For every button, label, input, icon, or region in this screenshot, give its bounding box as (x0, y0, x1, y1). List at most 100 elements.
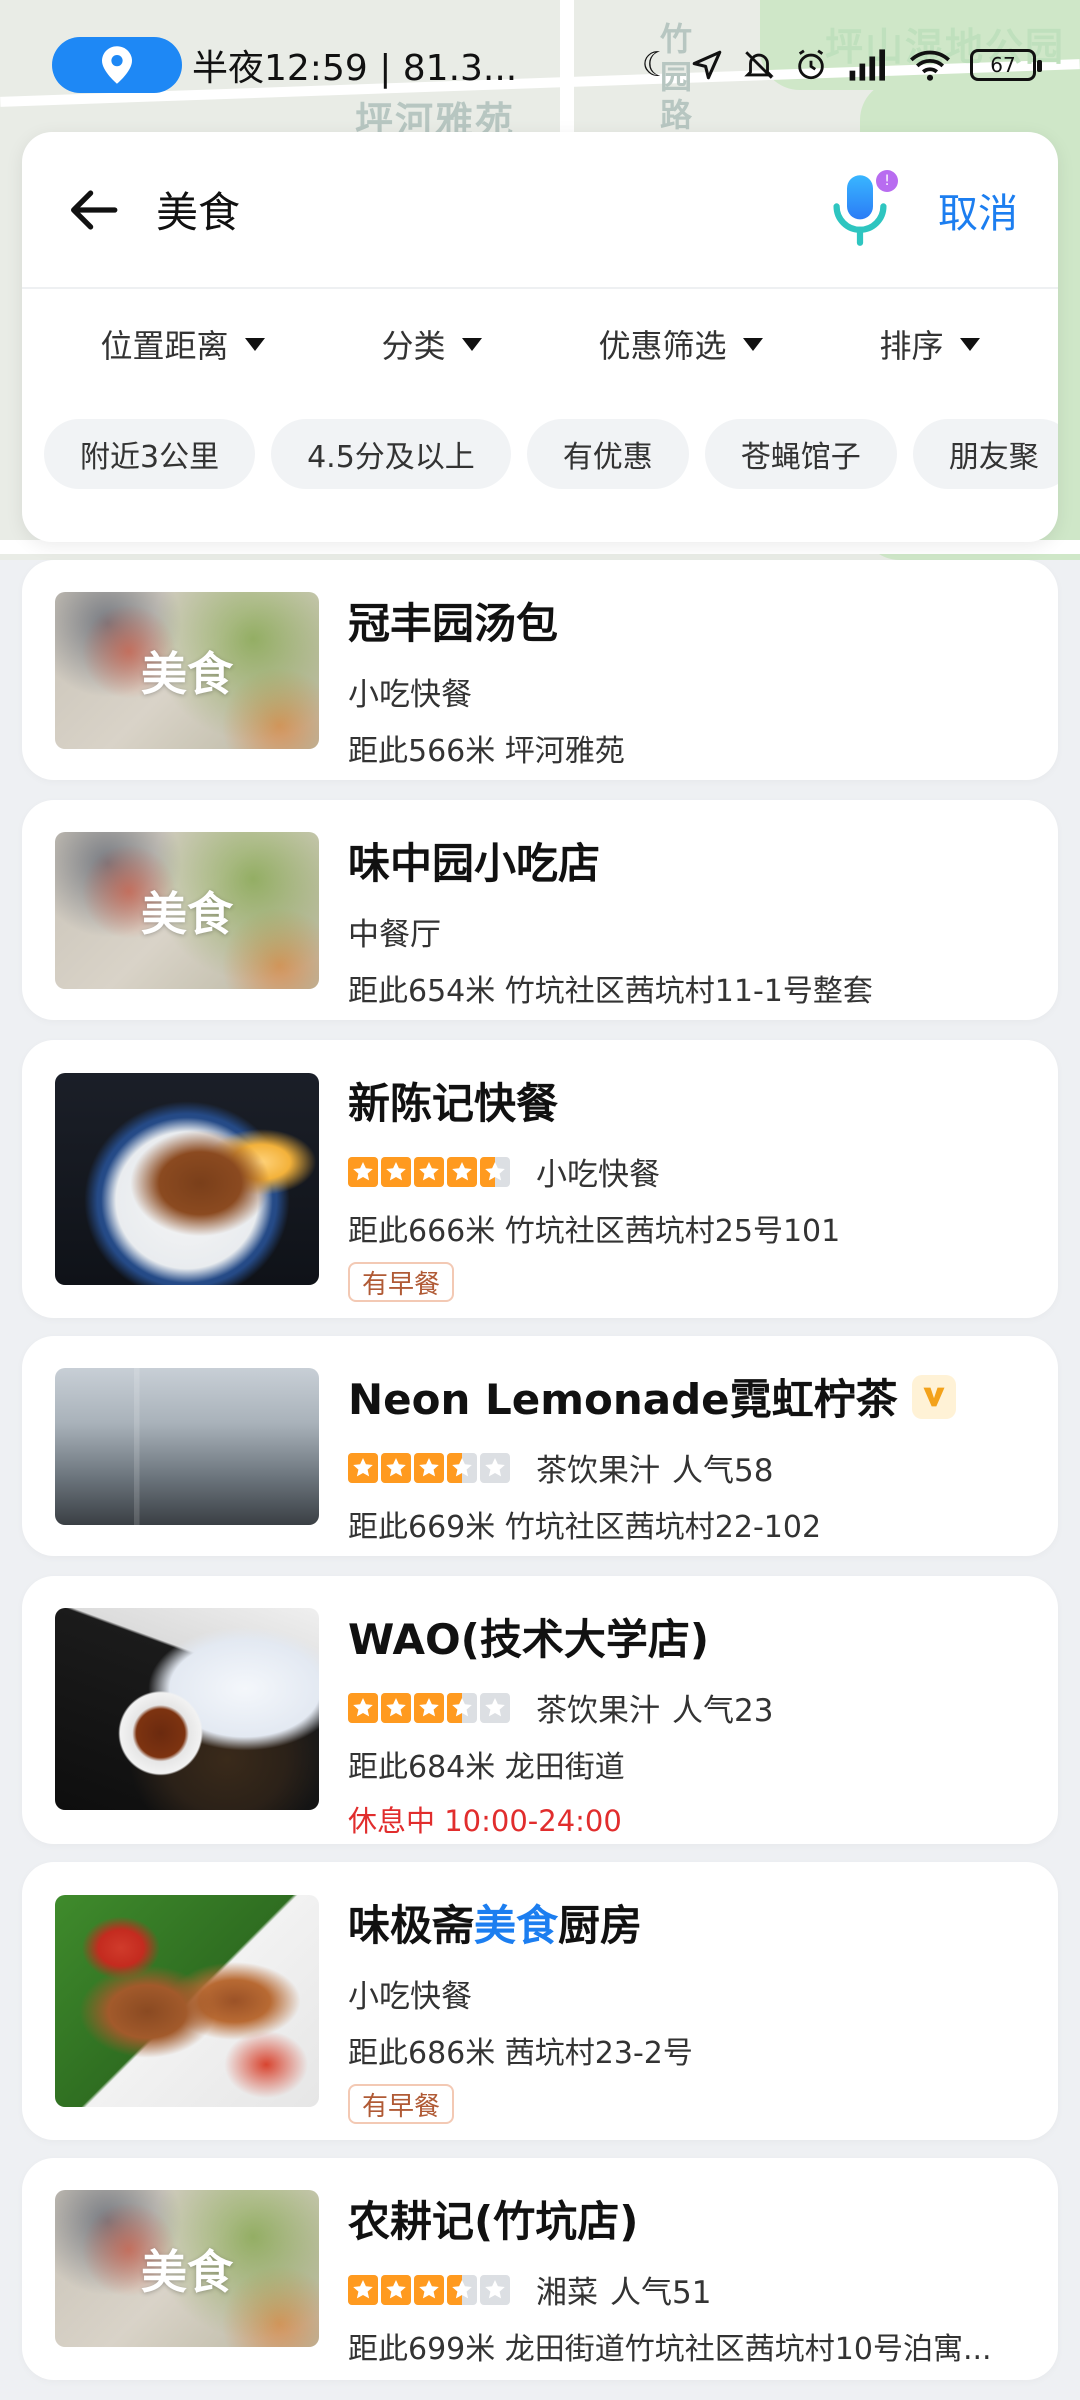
filter-bar: 位置距离 分类 优惠筛选 排序 (22, 289, 1058, 399)
star-icon (414, 1452, 444, 1483)
result-distance: 距此654米 竹坑社区茜坑村11-1号整套 (348, 974, 873, 1009)
mic-notification-dot: ! (876, 169, 898, 192)
result-card[interactable]: 美食 农耕记(竹坑店) 湘菜 人气51 距此699米 龙田街道竹坑社区茜坑村10… (22, 2158, 1058, 2380)
business-hours-status: 休息中 10:00-24:00 (348, 1804, 622, 1838)
result-category: 小吃快餐 (348, 1979, 472, 2015)
chip-local-eatery[interactable]: 苍蝇馆子 (704, 419, 897, 489)
result-card[interactable]: WAO(技术大学店) 茶饮果汁 人气23 距此684米 龙田街道 休息中 10:… (22, 1576, 1058, 1844)
star-icon (381, 1692, 411, 1723)
location-pin-icon (102, 46, 132, 84)
filter-distance-label: 位置距离 (100, 327, 229, 365)
star-icon (414, 1156, 444, 1187)
result-card[interactable]: 美食 冠丰园汤包 小吃快餐 距此566米 坪河雅苑 (22, 560, 1058, 780)
breakfast-tag: 有早餐 (348, 2084, 455, 2124)
search-input[interactable] (156, 185, 828, 234)
result-distance: 距此699米 龙田街道竹坑社区茜坑村10号泊寓... (348, 2332, 992, 2367)
thumbnail-label: 美食 (141, 2244, 233, 2299)
status-bar: 半夜12:59 | 81.3... ☾ 67 (0, 0, 1080, 130)
status-time-text: 半夜12:59 | 81.3... (192, 48, 518, 89)
filter-discount-label: 优惠筛选 (598, 327, 727, 365)
star-icon (480, 2274, 510, 2305)
verified-badge-icon (911, 1374, 956, 1419)
star-icon (348, 2274, 378, 2305)
result-title-row: Neon Lemonade霓虹柠茶 (348, 1366, 1028, 1427)
result-thumbnail (55, 1073, 319, 1285)
result-title: Neon Lemonade霓虹柠茶 (348, 1375, 898, 1424)
status-icons: ☾ 67 (641, 45, 1042, 85)
result-title-suffix: 厨房 (558, 1901, 643, 1950)
star-icon (348, 1452, 378, 1483)
result-thumbnail (55, 1895, 319, 2107)
chip-nearby-3km[interactable]: 附近3公里 (44, 419, 256, 489)
result-distance: 距此684米 龙田街道 (348, 1750, 625, 1785)
result-title-highlight: 美食 (474, 1901, 559, 1950)
location-pill[interactable] (52, 37, 182, 93)
result-title: 农耕记(竹坑店) (348, 2197, 639, 2246)
filter-category[interactable]: 分类 (381, 321, 482, 367)
result-thumbnail: 美食 (55, 832, 319, 989)
cancel-button[interactable]: 取消 (938, 181, 1018, 239)
result-popularity: 人气23 (672, 1693, 774, 1729)
result-title: WAO(技术大学店) (348, 1615, 710, 1664)
back-arrow-icon (71, 189, 118, 230)
result-thumbnail (55, 1608, 319, 1810)
chip-has-discount[interactable]: 有优惠 (526, 419, 689, 489)
result-popularity: 人气58 (672, 1453, 774, 1489)
rating-stars (348, 1452, 510, 1483)
search-panel: ! 取消 位置距离 分类 优惠筛选 排序 附近3公里 4.5分及以上 有优惠 苍… (22, 132, 1058, 542)
result-card[interactable]: 美食 味中园小吃店 中餐厅 距此654米 竹坑社区茜坑村11-1号整套 (22, 800, 1058, 1020)
result-distance: 距此666米 竹坑社区茜坑村25号101 (348, 1214, 841, 1249)
star-icon (447, 1692, 477, 1723)
filter-sort[interactable]: 排序 (879, 321, 980, 367)
result-title: 冠丰园汤包 (348, 599, 559, 648)
back-button[interactable] (58, 175, 128, 245)
star-icon (480, 1692, 510, 1723)
star-icon (381, 1156, 411, 1187)
result-title-prefix: 味极斋 (348, 1901, 475, 1950)
rating-stars (348, 1692, 510, 1723)
star-icon (414, 2274, 444, 2305)
filter-distance[interactable]: 位置距离 (100, 321, 265, 367)
star-icon (447, 2274, 477, 2305)
navigation-arrow-icon (692, 50, 722, 80)
voice-search-button[interactable]: ! (828, 169, 898, 250)
caret-down-icon (461, 337, 482, 351)
result-card[interactable]: 味极斋 美食 厨房 小吃快餐 距此686米 茜坑村23-2号 有早餐 (22, 1862, 1058, 2140)
rating-stars (348, 1156, 510, 1187)
caret-down-icon (959, 337, 980, 351)
filter-discount[interactable]: 优惠筛选 (598, 321, 763, 367)
rating-stars (348, 2274, 510, 2305)
star-icon (447, 1452, 477, 1483)
chip-rating-4-5[interactable]: 4.5分及以上 (271, 419, 511, 489)
filter-category-label: 分类 (381, 327, 446, 365)
mute-bell-icon (744, 51, 774, 79)
result-thumbnail: 美食 (55, 592, 319, 749)
wifi-icon (910, 50, 950, 81)
star-icon (480, 1156, 510, 1187)
star-icon (447, 1156, 477, 1187)
battery-icon: 67 (970, 49, 1042, 81)
breakfast-tag: 有早餐 (348, 1262, 455, 1302)
caret-down-icon (742, 337, 763, 351)
star-icon (414, 1692, 444, 1723)
caret-down-icon (244, 337, 265, 351)
result-category: 茶饮果汁 (536, 1453, 660, 1489)
result-title: 味中园小吃店 (348, 839, 601, 888)
signal-icon (849, 49, 885, 81)
thumbnail-label: 美食 (141, 646, 233, 701)
star-icon (381, 1452, 411, 1483)
result-category: 小吃快餐 (348, 677, 472, 713)
result-title: 新陈记快餐 (348, 1079, 559, 1128)
result-card[interactable]: Neon Lemonade霓虹柠茶 茶饮果汁 人气58 距此669米 竹坑社区茜… (22, 1336, 1058, 1556)
quick-filter-chips: 附近3公里 4.5分及以上 有优惠 苍蝇馆子 朋友聚 (22, 399, 1058, 509)
filter-sort-label: 排序 (879, 327, 944, 365)
result-distance: 距此686米 茜坑村23-2号 (348, 2036, 693, 2071)
chip-friends-gathering[interactable]: 朋友聚 (912, 419, 1058, 489)
result-card[interactable]: 新陈记快餐 小吃快餐 距此666米 竹坑社区茜坑村25号101 有早餐 (22, 1040, 1058, 1318)
result-category: 湘菜 (536, 2275, 598, 2311)
result-popularity: 人气51 (610, 2275, 712, 2311)
moon-icon: ☾ (641, 45, 672, 85)
star-icon (348, 1156, 378, 1187)
star-icon (480, 1452, 510, 1483)
result-thumbnail: 美食 (55, 2190, 319, 2347)
